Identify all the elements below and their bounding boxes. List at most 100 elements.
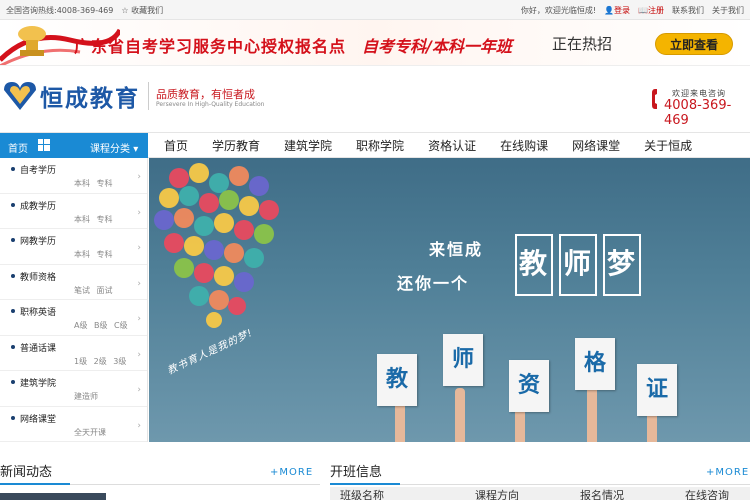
user-icon: 👤 — [604, 6, 615, 15]
slogan-english: Persevere In High-Quality Education — [156, 101, 265, 108]
sidebar-item-sub: 笔试 面试 — [74, 285, 113, 295]
dream-char: 梦 — [607, 247, 636, 280]
sign-card: 格 — [575, 338, 615, 390]
phone-number[interactable]: 4008-369-469 — [664, 98, 750, 128]
sidebar-item-title: 建筑学院 — [20, 379, 57, 389]
sidebar-item[interactable]: 网络课堂 全天开课 › — [0, 407, 147, 442]
news-underline — [0, 483, 70, 485]
sidebar-item-sub: 本科 专科 — [74, 250, 113, 259]
course-sidebar: 自考学历 本科 专科 › 成教学历 本科 专科 › 网教学历 本科 专科 › 教师资格 笔试 … — [0, 158, 148, 442]
column-header: 班级名称 — [340, 489, 384, 500]
bullet-icon — [11, 167, 15, 171]
main-nav: 首页 课程分类 ▾ 首页 学历教育 建筑学院 职称学院 资格认证 在线购课 网络… — [0, 132, 750, 159]
promo-banner[interactable]: 广东省自考学习服务中心授权报名点 自考专科/本科一年班 正在热招 立即查看 — [0, 20, 750, 66]
chevron-right-icon: › — [137, 385, 141, 395]
hand — [455, 388, 465, 442]
logo-heart-icon[interactable] — [2, 80, 38, 112]
sidebar-item-sub: 建造师 — [74, 392, 98, 401]
register-label: 注册 — [648, 6, 664, 15]
sidebar-item-title: 自考学历 — [20, 166, 57, 176]
classes-underline — [330, 483, 400, 485]
sign-card: 资 — [509, 360, 549, 412]
sidebar-item[interactable]: 网教学历本科 专科 › — [0, 229, 147, 265]
caret-down-icon: ▾ — [133, 144, 139, 155]
bullet-icon — [11, 344, 15, 349]
column-header: 报名情况 — [580, 489, 624, 500]
sidebar-item[interactable]: 职称英语 A级 B级 C级 › — [0, 300, 147, 336]
sidebar-item-sub: 本科 专科 — [74, 179, 113, 188]
trophy-icon — [18, 26, 46, 56]
login-label: 登录 — [614, 6, 631, 15]
dream-char: 师 — [563, 247, 592, 280]
hero-banner[interactable]: 来恒成 还你一个 教 师 梦 教书育人是我的梦! 教 师 资 格 证 — [149, 158, 750, 442]
register-link[interactable]: 📖注册 — [638, 5, 664, 16]
chevron-right-icon: › — [137, 349, 141, 360]
column-header: 在线咨询 — [685, 489, 729, 500]
nav-item-online-class[interactable]: 网络课堂 — [560, 133, 632, 159]
course-category-dropdown[interactable]: 课程分类 ▾ — [90, 140, 138, 155]
chevron-right-icon: › — [137, 172, 141, 182]
nav-item-title[interactable]: 职称学院 — [344, 133, 416, 159]
sidebar-item-title: 职称英语 — [20, 308, 57, 318]
sidebar-item[interactable]: 建筑学院建造师 › — [0, 371, 147, 407]
site-header: 恒成教育 品质教育，有恒者成 Persevere In High-Quality… — [0, 66, 750, 132]
bullet-icon — [11, 380, 15, 384]
sidebar-item-title: 成教学历 — [20, 201, 57, 212]
bullet-icon — [11, 202, 15, 207]
news-thumbnail[interactable] — [0, 493, 106, 500]
classes-more-link[interactable]: +MORE — [706, 467, 749, 478]
star-icon: ☆ — [121, 6, 129, 15]
sidebar-item[interactable]: 普通话课 1级 2级 3级 › — [0, 336, 147, 371]
hotline-text: 全国咨询热线:4008-369-469 — [6, 6, 114, 15]
nav-home-link[interactable]: 首页 — [8, 140, 28, 155]
windows-icon — [38, 139, 50, 151]
sign-card: 证 — [637, 364, 677, 416]
sidebar-item-title: 网络课堂 — [20, 414, 57, 425]
nav-item-buy-course[interactable]: 在线购课 — [488, 133, 560, 159]
nav-item-certification[interactable]: 资格认证 — [416, 133, 488, 159]
sidebar-item-title: 网教学历 — [20, 237, 57, 247]
slogan: 品质教育，有恒者成 — [156, 88, 255, 101]
about-link[interactable]: 关于我们 — [712, 5, 744, 16]
bullet-icon — [11, 415, 15, 420]
nav-item-architecture[interactable]: 建筑学院 — [272, 133, 344, 159]
bullet-icon — [11, 238, 15, 242]
chevron-right-icon: › — [137, 314, 141, 324]
category-label: 课程分类 — [90, 144, 130, 155]
news-more-link[interactable]: +MORE — [270, 467, 313, 478]
topbar-left: 全国咨询热线:4008-369-469 ☆ 收藏我们 — [6, 5, 163, 16]
promo-cta-button[interactable]: 立即查看 — [655, 33, 733, 55]
hand — [587, 384, 597, 442]
classes-table-header: 班级名称 课程方向 报名情况 在线咨询 — [330, 487, 750, 500]
logo-text[interactable]: 恒成教育 — [40, 79, 140, 113]
nav-category-bar: 首页 课程分类 ▾ — [0, 133, 148, 159]
chevron-right-icon: › — [137, 243, 141, 253]
nav-item-degree[interactable]: 学历教育 — [200, 133, 272, 159]
contact-link[interactable]: 联系我们 — [672, 5, 704, 16]
promo-status: 正在热招 — [552, 35, 613, 53]
sidebar-item[interactable]: 自考学历本科 专科 › — [0, 158, 147, 194]
bookmark-label: 收藏我们 — [131, 6, 164, 15]
sidebar-item-title: 教师资格 — [20, 272, 57, 283]
hero-line-1: 来恒成 — [429, 240, 484, 259]
chevron-right-icon: › — [137, 278, 141, 289]
sidebar-item-sub: 1级 2级 3级 — [74, 356, 127, 366]
nav-item-about[interactable]: 关于恒成 — [632, 133, 704, 159]
news-title: 新闻动态 — [0, 465, 53, 480]
classes-title: 开班信息 — [330, 465, 383, 480]
sidebar-item-sub: A级 B级 C级 — [74, 321, 128, 330]
header-divider — [148, 82, 149, 110]
promo-headline: 广东省自考学习服务中心授权报名点 — [74, 37, 347, 56]
welcome-text: 你好，欢迎光临恒成! — [520, 6, 597, 15]
sidebar-item[interactable]: 成教学历 本科 专科 › — [0, 194, 147, 229]
column-header: 课程方向 — [475, 489, 519, 500]
book-icon: 📖 — [638, 6, 648, 15]
bullet-icon — [11, 273, 15, 278]
nav-item-home[interactable]: 首页 — [152, 133, 200, 159]
nav-items: 首页 学历教育 建筑学院 职称学院 资格认证 在线购课 网络课堂 关于恒成 — [152, 133, 704, 159]
login-link[interactable]: 👤登录 — [604, 5, 630, 16]
sidebar-item[interactable]: 教师资格笔试 面试 › — [0, 265, 147, 300]
bookmark-link[interactable]: ☆ 收藏我们 — [121, 5, 163, 16]
topbar-right: 你好，欢迎光临恒成! 👤登录 📖注册 联系我们 关于我们 — [521, 5, 744, 16]
promo-course: 自考专科/本科一年班 — [362, 37, 512, 56]
